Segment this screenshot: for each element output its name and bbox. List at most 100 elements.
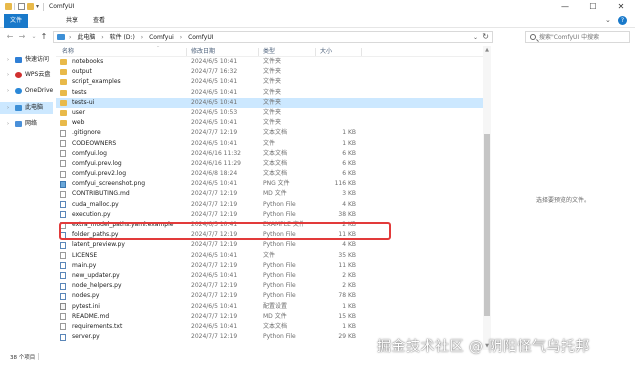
file-row[interactable]: web 2024/6/5 10:41 文件夹 <box>56 118 483 128</box>
maximize-button[interactable]: ☐ <box>579 0 607 14</box>
navigation-pane: › 快速访问 › WPS云盘 › OneDrive › 此电脑 › 网络 <box>0 46 53 350</box>
recent-locations-dropdown-icon[interactable]: ⌄ <box>29 31 39 43</box>
file-row[interactable]: pytest.ini 2024/6/5 10:41 配置设置 1 KB <box>56 302 483 312</box>
search-icon <box>530 34 536 40</box>
file-size: 4 KB <box>342 241 356 249</box>
file-row[interactable]: README.md 2024/7/7 12:19 MD 文件 15 KB <box>56 312 483 322</box>
file-row[interactable]: comfyui.prev2.log 2024/6/8 18:24 文本文档 6 KB <box>56 169 483 179</box>
column-divider[interactable] <box>258 48 259 56</box>
scroll-up-arrow-icon[interactable]: ▲ <box>483 46 491 54</box>
file-row[interactable]: requirements.txt 2024/6/5 10:41 文本文档 1 KB <box>56 322 483 332</box>
sidebar-item-label: WPS云盘 <box>25 71 51 78</box>
file-row[interactable]: execution.py 2024/7/7 12:19 Python File 38 … <box>56 210 483 220</box>
file-name: requirements.txt <box>72 322 123 330</box>
file-row[interactable]: new_updater.py 2024/6/5 10:41 Python File 2… <box>56 271 483 281</box>
vertical-scrollbar[interactable]: ▲ ▼ <box>483 46 491 350</box>
file-row[interactable]: .gitignore 2024/7/7 12:19 文本文档 1 KB <box>56 128 483 138</box>
refresh-icon[interactable]: ↻ <box>482 32 489 42</box>
file-row[interactable]: latent_preview.py 2024/7/7 12:19 Python Fi… <box>56 240 483 250</box>
help-icon[interactable]: ? <box>618 16 627 25</box>
file-row[interactable]: user 2024/6/5 10:53 文件夹 <box>56 108 483 118</box>
column-header-date[interactable]: 修改日期 <box>191 46 215 57</box>
chevron-right-icon[interactable]: › <box>7 118 9 130</box>
file-type: Python File <box>263 210 296 218</box>
file-date: 2024/7/7 16:32 <box>191 68 238 76</box>
file-row[interactable]: CODEOWNERS 2024/6/5 10:41 文件 1 KB <box>56 139 483 149</box>
close-button[interactable]: ✕ <box>607 0 635 14</box>
column-divider[interactable] <box>315 48 316 56</box>
file-name: new_updater.py <box>72 271 120 279</box>
quick-access-dropdown-icon[interactable]: ▾ <box>36 3 43 10</box>
file-type: MD 文件 <box>263 190 287 198</box>
minimize-button[interactable]: — <box>551 0 579 14</box>
file-size: 15 KB <box>338 312 356 320</box>
file-size: 6 KB <box>342 149 356 157</box>
sidebar-item-onedrive[interactable]: › OneDrive <box>0 85 53 97</box>
file-date: 2024/6/5 10:41 <box>191 271 238 279</box>
sidebar-item-network[interactable]: › 网络 <box>0 118 53 130</box>
expand-ribbon-icon[interactable]: ⌄ <box>605 16 611 24</box>
breadcrumb-separator: › <box>179 34 183 41</box>
breadcrumb-drive-d[interactable]: 软件 (D:) <box>110 34 135 41</box>
search-box[interactable] <box>525 31 630 43</box>
address-bar[interactable]: › 此电脑 › 软件 (D:) › Comfyui › ComfyUI ⌄ ↻ <box>53 31 493 43</box>
file-row[interactable]: LICENSE 2024/6/5 10:41 文件 35 KB <box>56 251 483 261</box>
file-row[interactable]: extra_model_paths.yaml.example 2024/6/5 1… <box>56 220 483 230</box>
column-divider[interactable] <box>186 48 187 56</box>
tab-file[interactable]: 文件 <box>4 14 28 28</box>
file-date: 2024/7/7 12:19 <box>191 292 238 300</box>
file-row[interactable]: node_helpers.py 2024/7/7 12:19 Python File… <box>56 281 483 291</box>
new-folder-icon[interactable] <box>27 3 34 10</box>
file-row[interactable]: CONTRIBUTING.md 2024/7/7 12:19 MD 文件 3 KB <box>56 189 483 199</box>
chevron-right-icon[interactable]: › <box>7 69 9 81</box>
tab-view[interactable]: 查看 <box>87 14 111 28</box>
file-icon <box>60 313 66 321</box>
forward-arrow-icon[interactable]: → <box>17 31 27 43</box>
file-row[interactable]: main.py 2024/7/7 12:19 Python File 11 KB <box>56 261 483 271</box>
file-row[interactable]: cuda_malloc.py 2024/7/7 12:19 Python File 4… <box>56 200 483 210</box>
file-row[interactable]: tests 2024/6/5 10:41 文件夹 <box>56 88 483 98</box>
column-divider[interactable] <box>361 48 362 56</box>
file-size: 38 KB <box>338 210 356 218</box>
file-row[interactable]: output 2024/7/7 16:32 文件夹 <box>56 67 483 77</box>
scrollbar-thumb[interactable] <box>484 134 490 316</box>
python-file-icon <box>60 241 66 249</box>
search-input[interactable] <box>539 33 627 42</box>
file-row[interactable]: folder_paths.py 2024/7/7 12:19 Python File… <box>56 230 483 240</box>
file-type: 文本文档 <box>263 170 288 178</box>
folder-icon <box>60 99 67 106</box>
file-type: EXAMPLE 文件 <box>263 221 305 228</box>
sidebar-item-this-pc[interactable]: › 此电脑 <box>0 102 53 114</box>
up-arrow-icon[interactable]: ↑ <box>39 31 49 43</box>
file-date: 2024/6/5 10:41 <box>191 78 238 86</box>
chevron-right-icon[interactable]: › <box>7 102 9 114</box>
tab-share[interactable]: 共享 <box>60 14 84 28</box>
address-history-dropdown-icon[interactable]: ⌄ <box>473 33 478 42</box>
properties-checkbox-icon[interactable] <box>18 3 25 10</box>
back-arrow-icon[interactable]: ← <box>5 31 15 43</box>
file-row[interactable]: nodes.py 2024/7/7 12:19 Python File 78 KB <box>56 291 483 301</box>
file-row[interactable]: comfyui.prev.log 2024/6/16 11:29 文本文档 6 KB <box>56 159 483 169</box>
breadcrumb-comfyui-parent[interactable]: Comfyui <box>149 34 174 41</box>
breadcrumb-comfyui[interactable]: ComfyUI <box>188 34 213 41</box>
file-size: 11 KB <box>338 231 356 239</box>
column-header-size[interactable]: 大小 <box>320 46 332 57</box>
breadcrumb-this-pc[interactable]: 此电脑 <box>77 34 95 41</box>
file-row[interactable]: comfyui.log 2024/6/16 11:32 文本文档 6 KB <box>56 149 483 159</box>
sidebar-item-quick-access[interactable]: › 快速访问 <box>0 54 53 66</box>
file-row[interactable]: tests-ui 2024/6/5 10:41 文件夹 <box>56 97 483 108</box>
file-size: 4 KB <box>342 200 356 208</box>
folder-icon <box>60 120 67 127</box>
file-type: Python File <box>263 292 296 300</box>
file-date: 2024/6/5 10:41 <box>191 180 238 188</box>
file-row[interactable]: comfyui_screenshot.png 2024/6/5 10:41 PNG … <box>56 179 483 189</box>
file-name: comfyui_screenshot.png <box>72 180 146 188</box>
file-row[interactable]: script_examples 2024/6/5 10:41 文件夹 <box>56 77 483 87</box>
sidebar-item-wps-cloud[interactable]: › WPS云盘 <box>0 69 53 81</box>
chevron-right-icon[interactable]: › <box>7 85 9 97</box>
column-header-type[interactable]: 类型 <box>263 46 275 57</box>
chevron-right-icon[interactable]: › <box>7 54 9 66</box>
column-header-name[interactable]: 名称 <box>62 46 74 57</box>
file-row[interactable]: notebooks 2024/6/5 10:41 文件夹 <box>56 57 483 67</box>
watermark: 掘金技术社区 @ 阴阳怪气乌托邦 <box>377 339 590 355</box>
